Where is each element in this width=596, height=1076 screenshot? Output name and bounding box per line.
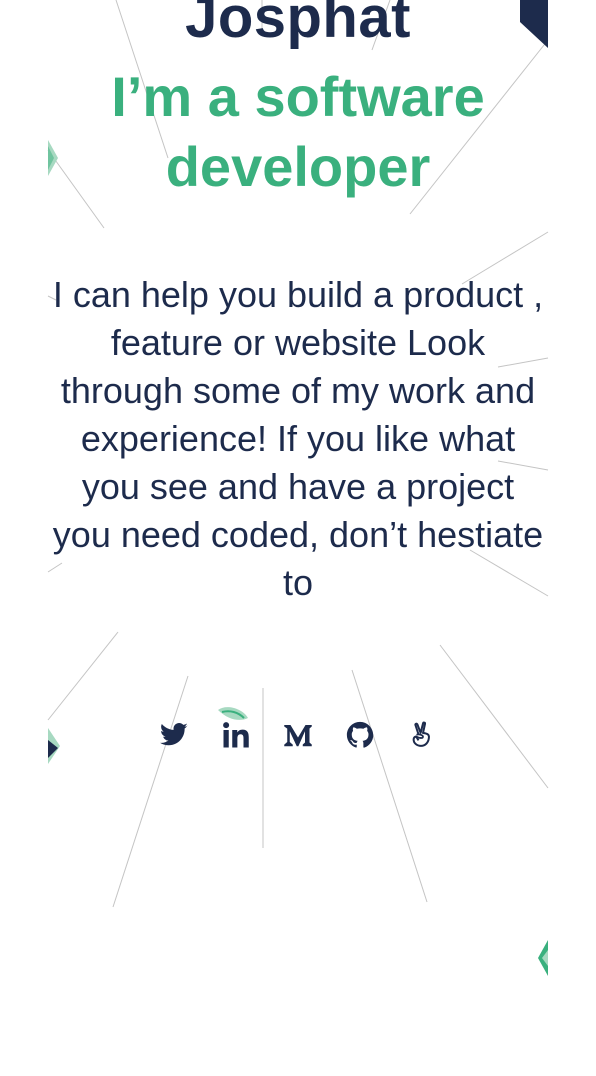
hero-name: Josphat (185, 0, 411, 50)
hero-section: Josphat I’m a software developer I can h… (48, 0, 548, 1076)
hero-tagline-line2: developer (165, 135, 431, 198)
github-link[interactable] (345, 720, 375, 750)
medium-icon (284, 725, 312, 747)
medium-link[interactable] (283, 720, 313, 750)
leaf-shape-left-bottom (48, 728, 60, 764)
angellist-link[interactable] (407, 720, 437, 750)
github-icon (346, 721, 374, 748)
page: Josphat I’m a software developer I can h… (0, 0, 596, 1076)
leaf-shape-over-linkedin (218, 707, 248, 720)
twitter-link[interactable] (159, 720, 189, 750)
hero-intro-text: I can help you build a product , feature… (52, 274, 544, 603)
social-links (48, 712, 548, 758)
leaf-shape-left-top (48, 140, 58, 176)
leaf-shape-right-bottom (538, 940, 548, 976)
hero-tagline: I’m a software developer (48, 62, 548, 202)
twitter-icon (160, 723, 188, 746)
corner-shape-top-right (520, 0, 548, 48)
hero-tagline-line1: I’m a software (111, 65, 485, 128)
angellist-icon (412, 721, 430, 747)
